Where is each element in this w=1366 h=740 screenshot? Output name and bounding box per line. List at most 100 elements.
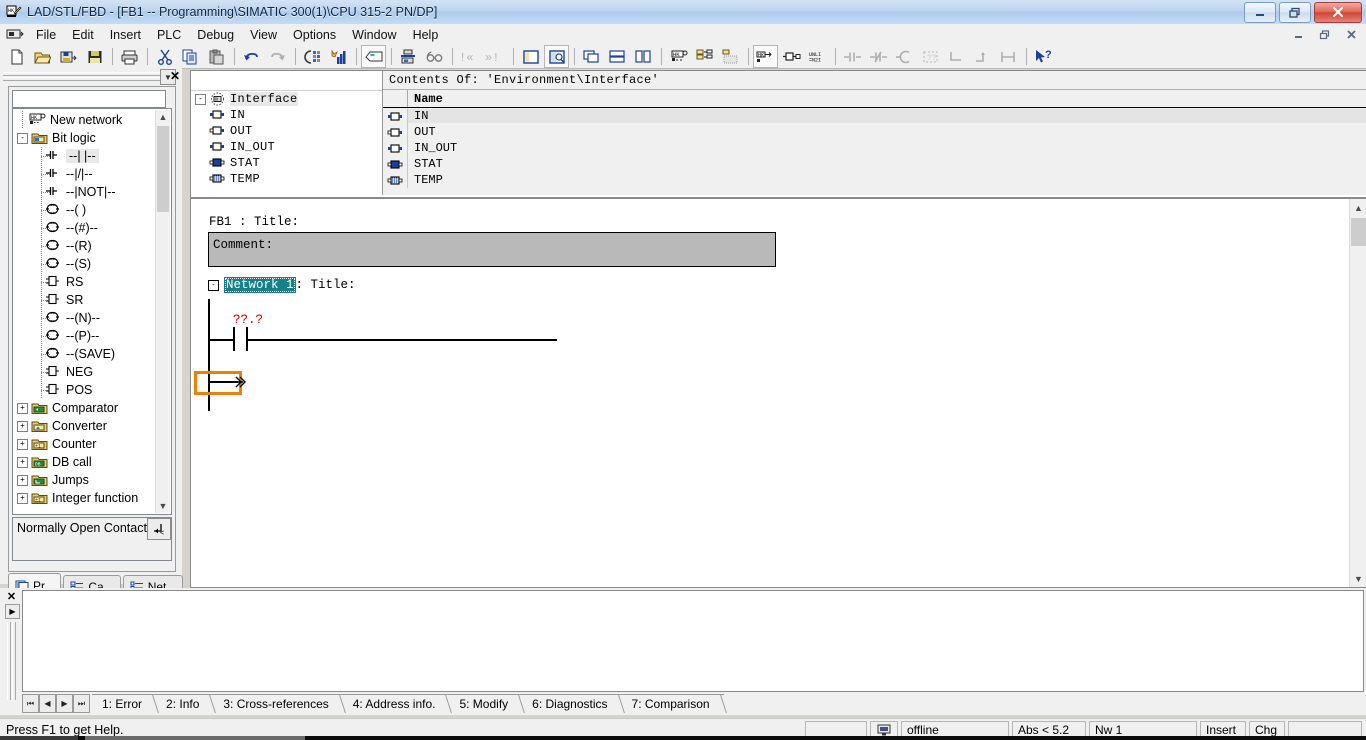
tree-item-rs[interactable]: RS — [13, 273, 156, 291]
fbd-icon[interactable] — [779, 45, 804, 68]
interface-node-in[interactable]: IN — [191, 107, 382, 123]
tree-item-coil-p[interactable]: --(P)-- — [13, 327, 156, 345]
nav-first-icon[interactable]: ⏮ — [22, 694, 39, 713]
interface-node-temp[interactable]: TEMP — [191, 171, 382, 187]
overview-icon[interactable] — [361, 45, 386, 68]
paste-icon[interactable] — [204, 45, 229, 68]
table-row[interactable]: IN_OUT — [383, 140, 1366, 156]
branch-open-icon[interactable] — [944, 45, 969, 68]
interface-root-row[interactable]: - Interface — [191, 91, 382, 107]
output-tab-info[interactable]: 2: Info — [156, 694, 214, 713]
output-message-area[interactable] — [22, 590, 1364, 692]
output-drag-handle[interactable] — [6, 622, 16, 700]
open-icon[interactable] — [30, 45, 55, 68]
interface-node-stat[interactable]: STAT — [191, 155, 382, 171]
tree-expander[interactable]: + — [17, 456, 28, 468]
tree-item-new-network[interactable]: HK New network — [13, 111, 156, 129]
output-tab-address-info[interactable]: 4: Address info. — [342, 694, 450, 713]
details-pane-icon[interactable] — [518, 45, 543, 68]
output-tab-modify[interactable]: 5: Modify — [449, 694, 523, 713]
restore-button[interactable] — [1279, 2, 1311, 23]
menu-help[interactable]: Help — [405, 26, 447, 44]
download-icon[interactable] — [300, 45, 325, 68]
scroll-down-icon[interactable]: ▼ — [1350, 570, 1366, 587]
contact-operand-placeholder[interactable]: ??.? — [233, 313, 263, 327]
coil-icon[interactable] — [892, 45, 917, 68]
save-as-icon[interactable] — [56, 45, 81, 68]
print-icon[interactable] — [117, 45, 142, 68]
table-row[interactable]: STAT — [383, 156, 1366, 172]
tree-item-pos[interactable]: POS — [13, 381, 156, 399]
goto-prev-error-icon[interactable]: !« — [457, 45, 482, 68]
save-icon[interactable] — [82, 45, 107, 68]
contact-nc-icon[interactable] — [866, 45, 891, 68]
scroll-up-icon[interactable]: ▲ — [1350, 199, 1366, 216]
table-row[interactable]: OUT — [383, 124, 1366, 140]
tree-item-jumps[interactable]: + Jumps — [13, 471, 156, 489]
tree-scroll-up-icon[interactable]: ▲ — [156, 110, 170, 124]
tree-expander[interactable]: + — [17, 402, 28, 414]
output-tab-diagnostics[interactable]: 6: Diagnostics — [522, 694, 622, 713]
menu-edit[interactable]: Edit — [64, 26, 102, 44]
branch-close-icon[interactable] — [970, 45, 995, 68]
nav-last-icon[interactable]: ⏭ — [73, 694, 90, 713]
menu-view[interactable]: View — [242, 26, 285, 44]
editor-scrollbar[interactable]: ▲ ▼ — [1349, 199, 1366, 587]
block-comment-box[interactable]: Comment: — [208, 232, 776, 267]
mdi-minimize-button[interactable] — [1286, 25, 1312, 45]
mdi-restore-button[interactable] — [1312, 25, 1338, 45]
menu-plc[interactable]: PLC — [149, 26, 189, 44]
tile-horizontal-icon[interactable] — [605, 45, 630, 68]
menu-insert[interactable]: Insert — [102, 26, 149, 44]
open-branch-arrow-icon[interactable] — [229, 374, 249, 393]
mdi-close-button[interactable] — [1338, 25, 1364, 45]
tree-item-db-call[interactable]: + DB DB call — [13, 453, 156, 471]
panel-drag-handle[interactable] — [3, 70, 161, 83]
tree-expander[interactable]: + — [17, 474, 28, 486]
help-pointer-icon[interactable]: ? — [1031, 45, 1056, 68]
tree-item-coil[interactable]: --( ) — [13, 201, 156, 219]
column-icon[interactable] — [383, 90, 408, 107]
network-title[interactable]: : Title: — [296, 278, 356, 292]
contact-no-icon[interactable] — [840, 45, 865, 68]
goto-next-error-icon[interactable]: »! — [483, 45, 508, 68]
glasses-icon[interactable] — [422, 45, 447, 68]
tree-item-converter[interactable]: + Converter — [13, 417, 156, 435]
zoom-pane-icon[interactable] — [544, 45, 569, 68]
tree-item-comparator[interactable]: + Comparator — [13, 399, 156, 417]
empty-box-icon[interactable]: ?? — [918, 45, 943, 68]
tree-expander[interactable]: + — [17, 492, 28, 504]
ladder-editor[interactable]: ▲ ▼ FB1 : Title: Comment: - Network 1 : … — [190, 198, 1366, 588]
tree-item-not[interactable]: --|NOT|-- — [13, 183, 156, 201]
menu-file[interactable]: File — [28, 26, 64, 44]
parallel-branch-icon[interactable] — [996, 45, 1021, 68]
menu-debug[interactable]: Debug — [189, 26, 242, 44]
redo-icon[interactable] — [265, 45, 290, 68]
tree-item-coil-s[interactable]: --(S) — [13, 255, 156, 273]
output-expand-icon[interactable]: ▶ — [5, 604, 20, 619]
monitor-icon[interactable] — [326, 45, 351, 68]
tree-expander[interactable]: - — [195, 93, 206, 105]
tree-item-coil-save[interactable]: --(SAVE) — [13, 345, 156, 363]
program-elements-icon[interactable] — [692, 45, 717, 68]
scroll-thumb[interactable] — [1351, 218, 1366, 246]
tree-item-coil-hash[interactable]: --(#)-- — [13, 219, 156, 237]
table-row[interactable]: TEMP — [383, 172, 1366, 188]
undo-icon[interactable] — [239, 45, 264, 68]
new-network-icon[interactable]: HK — [666, 45, 691, 68]
output-tab-error[interactable]: 1: Error — [92, 694, 157, 713]
new-icon[interactable] — [4, 45, 29, 68]
tree-item-bit-logic[interactable]: - Bit logic — [13, 129, 156, 147]
nav-prev-icon[interactable]: ◀ — [39, 694, 56, 713]
tree-expander[interactable]: + — [17, 420, 28, 432]
menu-window[interactable]: Window — [344, 26, 404, 44]
network-name[interactable]: Network 1 — [224, 277, 296, 293]
panel-close-button[interactable]: ✕ — [168, 68, 182, 83]
tree-scrollbar[interactable]: ▲ ▼ — [155, 110, 170, 513]
tile-vertical-icon[interactable] — [631, 45, 656, 68]
copy-icon[interactable] — [178, 45, 203, 68]
minimize-button[interactable] — [1244, 2, 1276, 23]
output-tab-comparison[interactable]: 7: Comparison — [621, 694, 724, 713]
tree-item-neg[interactable]: NEG — [13, 363, 156, 381]
network-expander[interactable]: - — [208, 279, 219, 291]
